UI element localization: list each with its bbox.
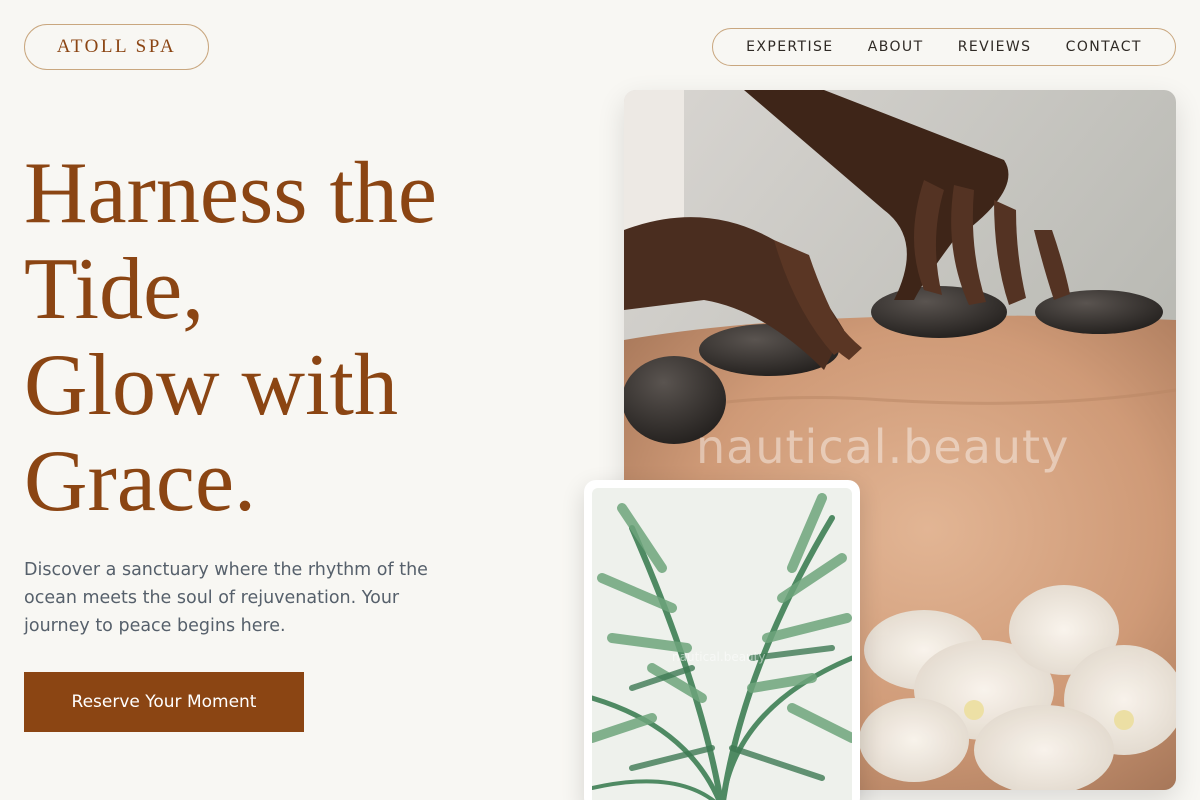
headline-line: Tide, <box>24 241 205 338</box>
palm-leaf-image: nautical.beauty <box>592 488 852 800</box>
nav-item-expertise[interactable]: EXPERTISE <box>746 39 833 55</box>
nav-item-reviews[interactable]: REVIEWS <box>958 39 1032 55</box>
hero-headline: Harness the Tide, Glow with Grace. <box>24 146 544 530</box>
image-watermark: nautical.beauty <box>696 420 1070 474</box>
image-watermark-small: nautical.beauty <box>672 650 766 664</box>
nav-item-about[interactable]: ABOUT <box>868 39 924 55</box>
reserve-button[interactable]: Reserve Your Moment <box>24 672 304 732</box>
palm-leaf-illustration <box>592 488 852 800</box>
hero-intro-text: Discover a sanctuary where the rhythm of… <box>24 560 428 636</box>
palm-leaf-card: nautical.beauty <box>584 480 860 800</box>
headline-line: Harness the <box>24 145 437 242</box>
headline-line: Grace. <box>24 433 257 530</box>
headline-line: Glow with <box>24 337 398 434</box>
main-nav: EXPERTISE ABOUT REVIEWS CONTACT <box>712 28 1176 66</box>
brand-logo[interactable]: ATOLL SPA <box>24 24 209 70</box>
nav-item-contact[interactable]: CONTACT <box>1066 39 1142 55</box>
